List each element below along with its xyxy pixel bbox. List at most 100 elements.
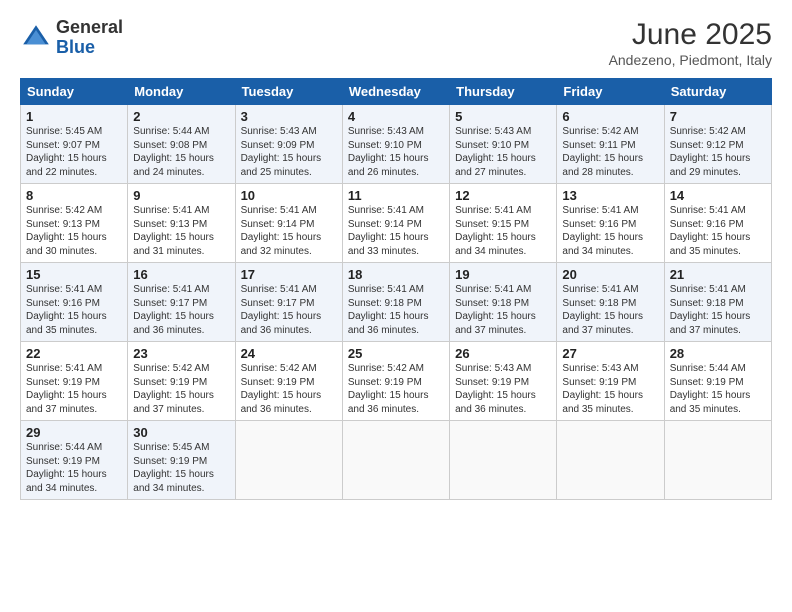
header-cell-wednesday: Wednesday [342, 79, 449, 105]
calendar-week-0: 1 Sunrise: 5:45 AMSunset: 9:07 PMDaylight… [21, 105, 772, 184]
logo-text: General Blue [56, 18, 123, 58]
table-row [450, 421, 557, 500]
day-number: 10 [241, 188, 337, 203]
day-number: 15 [26, 267, 122, 282]
day-number: 30 [133, 425, 229, 440]
table-row [664, 421, 771, 500]
header-cell-monday: Monday [128, 79, 235, 105]
table-row: 11 Sunrise: 5:41 AMSunset: 9:14 PMDayligh… [342, 184, 449, 263]
title-block: June 2025 Andezeno, Piedmont, Italy [609, 18, 772, 68]
day-info: Sunrise: 5:45 AMSunset: 9:07 PMDaylight:… [26, 126, 107, 178]
logo-general: General [56, 18, 123, 38]
day-number: 28 [670, 346, 766, 361]
day-info: Sunrise: 5:41 AMSunset: 9:17 PMDaylight:… [133, 284, 214, 336]
header-cell-friday: Friday [557, 79, 664, 105]
day-info: Sunrise: 5:44 AMSunset: 9:08 PMDaylight:… [133, 126, 214, 178]
day-info: Sunrise: 5:41 AMSunset: 9:14 PMDaylight:… [241, 205, 322, 257]
day-number: 29 [26, 425, 122, 440]
day-info: Sunrise: 5:43 AMSunset: 9:10 PMDaylight:… [348, 126, 429, 178]
day-info: Sunrise: 5:45 AMSunset: 9:19 PMDaylight:… [133, 442, 214, 494]
day-info: Sunrise: 5:43 AMSunset: 9:19 PMDaylight:… [455, 363, 536, 415]
calendar-body: 1 Sunrise: 5:45 AMSunset: 9:07 PMDaylight… [21, 105, 772, 500]
logo-blue: Blue [56, 38, 123, 58]
location-subtitle: Andezeno, Piedmont, Italy [609, 52, 772, 68]
day-number: 16 [133, 267, 229, 282]
table-row: 24Sunrise: 5:42 AMSunset: 9:19 PMDayligh… [235, 342, 342, 421]
day-number: 27 [562, 346, 658, 361]
day-number: 6 [562, 109, 658, 124]
day-number: 19 [455, 267, 551, 282]
day-info: Sunrise: 5:44 AMSunset: 9:19 PMDaylight:… [670, 363, 751, 415]
day-info: Sunrise: 5:41 AMSunset: 9:18 PMDaylight:… [562, 284, 643, 336]
table-row: 29Sunrise: 5:44 AMSunset: 9:19 PMDayligh… [21, 421, 128, 500]
day-number: 5 [455, 109, 551, 124]
table-row [557, 421, 664, 500]
table-row: 7 Sunrise: 5:42 AMSunset: 9:12 PMDaylight… [664, 105, 771, 184]
day-number: 20 [562, 267, 658, 282]
day-info: Sunrise: 5:42 AMSunset: 9:13 PMDaylight:… [26, 205, 107, 257]
day-info: Sunrise: 5:41 AMSunset: 9:18 PMDaylight:… [348, 284, 429, 336]
day-number: 24 [241, 346, 337, 361]
table-row: 23 Sunrise: 5:42 AMSunset: 9:19 PMDayligh… [128, 342, 235, 421]
day-info: Sunrise: 5:41 AMSunset: 9:13 PMDaylight:… [133, 205, 214, 257]
day-info: Sunrise: 5:41 AMSunset: 9:16 PMDaylight:… [26, 284, 107, 336]
table-row: 8 Sunrise: 5:42 AMSunset: 9:13 PMDaylight… [21, 184, 128, 263]
day-info: Sunrise: 5:42 AMSunset: 9:19 PMDaylight:… [348, 363, 429, 415]
table-row: 26 Sunrise: 5:43 AMSunset: 9:19 PMDayligh… [450, 342, 557, 421]
header-cell-sunday: Sunday [21, 79, 128, 105]
day-number: 8 [26, 188, 122, 203]
table-row: 20 Sunrise: 5:41 AMSunset: 9:18 PMDayligh… [557, 263, 664, 342]
day-info: Sunrise: 5:41 AMSunset: 9:18 PMDaylight:… [455, 284, 536, 336]
calendar-week-1: 8 Sunrise: 5:42 AMSunset: 9:13 PMDaylight… [21, 184, 772, 263]
logo: General Blue [20, 18, 123, 58]
table-row: 13Sunrise: 5:41 AMSunset: 9:16 PMDayligh… [557, 184, 664, 263]
day-number: 12 [455, 188, 551, 203]
day-info: Sunrise: 5:43 AMSunset: 9:10 PMDaylight:… [455, 126, 536, 178]
month-title: June 2025 [609, 18, 772, 52]
calendar-week-3: 22Sunrise: 5:41 AMSunset: 9:19 PMDayligh… [21, 342, 772, 421]
day-number: 11 [348, 188, 444, 203]
table-row: 18Sunrise: 5:41 AMSunset: 9:18 PMDayligh… [342, 263, 449, 342]
table-row: 9 Sunrise: 5:41 AMSunset: 9:13 PMDaylight… [128, 184, 235, 263]
table-row: 12 Sunrise: 5:41 AMSunset: 9:15 PMDayligh… [450, 184, 557, 263]
day-info: Sunrise: 5:41 AMSunset: 9:15 PMDaylight:… [455, 205, 536, 257]
day-number: 9 [133, 188, 229, 203]
calendar-header: SundayMondayTuesdayWednesdayThursdayFrid… [21, 79, 772, 105]
table-row: 3 Sunrise: 5:43 AMSunset: 9:09 PMDaylight… [235, 105, 342, 184]
day-number: 21 [670, 267, 766, 282]
day-info: Sunrise: 5:41 AMSunset: 9:14 PMDaylight:… [348, 205, 429, 257]
table-row: 14 Sunrise: 5:41 AMSunset: 9:16 PMDayligh… [664, 184, 771, 263]
day-info: Sunrise: 5:42 AMSunset: 9:19 PMDaylight:… [133, 363, 214, 415]
day-number: 13 [562, 188, 658, 203]
logo-icon [20, 22, 52, 54]
page: General Blue June 2025 Andezeno, Piedmon… [0, 0, 792, 612]
table-row: 30 Sunrise: 5:45 AMSunset: 9:19 PMDayligh… [128, 421, 235, 500]
header: General Blue June 2025 Andezeno, Piedmon… [20, 18, 772, 68]
table-row: 16 Sunrise: 5:41 AMSunset: 9:17 PMDayligh… [128, 263, 235, 342]
day-number: 14 [670, 188, 766, 203]
table-row: 4Sunrise: 5:43 AMSunset: 9:10 PMDaylight… [342, 105, 449, 184]
header-row: SundayMondayTuesdayWednesdayThursdayFrid… [21, 79, 772, 105]
table-row: 22Sunrise: 5:41 AMSunset: 9:19 PMDayligh… [21, 342, 128, 421]
table-row: 19 Sunrise: 5:41 AMSunset: 9:18 PMDayligh… [450, 263, 557, 342]
day-number: 23 [133, 346, 229, 361]
table-row: 15 Sunrise: 5:41 AMSunset: 9:16 PMDayligh… [21, 263, 128, 342]
day-info: Sunrise: 5:41 AMSunset: 9:16 PMDaylight:… [670, 205, 751, 257]
table-row: 25Sunrise: 5:42 AMSunset: 9:19 PMDayligh… [342, 342, 449, 421]
header-cell-thursday: Thursday [450, 79, 557, 105]
day-number: 26 [455, 346, 551, 361]
day-number: 1 [26, 109, 122, 124]
day-number: 3 [241, 109, 337, 124]
table-row: 27Sunrise: 5:43 AMSunset: 9:19 PMDayligh… [557, 342, 664, 421]
calendar-week-4: 29Sunrise: 5:44 AMSunset: 9:19 PMDayligh… [21, 421, 772, 500]
table-row: 1 Sunrise: 5:45 AMSunset: 9:07 PMDaylight… [21, 105, 128, 184]
day-number: 22 [26, 346, 122, 361]
day-number: 2 [133, 109, 229, 124]
table-row: 6Sunrise: 5:42 AMSunset: 9:11 PMDaylight… [557, 105, 664, 184]
day-number: 7 [670, 109, 766, 124]
table-row: 2 Sunrise: 5:44 AMSunset: 9:08 PMDaylight… [128, 105, 235, 184]
table-row [235, 421, 342, 500]
header-cell-tuesday: Tuesday [235, 79, 342, 105]
day-info: Sunrise: 5:43 AMSunset: 9:09 PMDaylight:… [241, 126, 322, 178]
day-info: Sunrise: 5:42 AMSunset: 9:12 PMDaylight:… [670, 126, 751, 178]
